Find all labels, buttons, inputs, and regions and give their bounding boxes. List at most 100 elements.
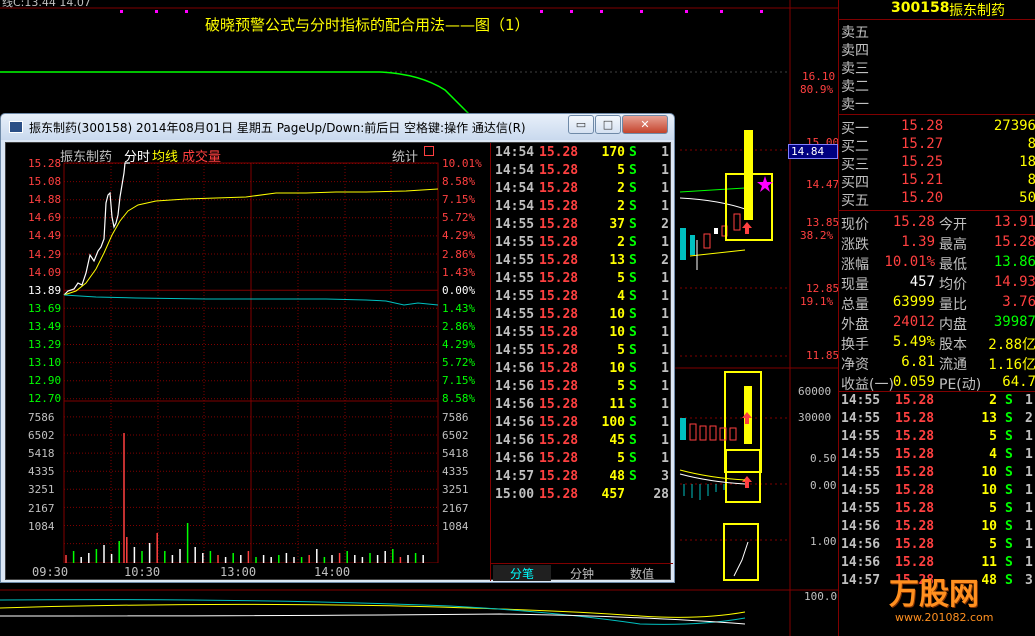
tick-row: 14:55 15.28 5 S 1 (491, 343, 673, 361)
bg-axis-label: 0.00 (810, 479, 837, 492)
tick-side: S (629, 469, 637, 484)
figure-caption-title: 破晓预警公式与分时指标的配合用法——图（1） (205, 16, 530, 34)
tick-row: 14:54 15.28 2 S 1 (491, 181, 673, 199)
tick-volume: 10 (981, 465, 997, 480)
tick-price: 15.28 (539, 271, 579, 286)
tick-side: S (629, 433, 637, 448)
tick-price: 15.28 (539, 451, 579, 466)
minimize-button[interactable]: ▭ (568, 115, 594, 134)
tick-count: 3 (661, 469, 669, 484)
tick-price: 15.28 (895, 501, 935, 516)
tick-list-panel: 14:54 15.28 170 S 1 14:54 15.28 5 S 1 14:54 15.28 2 S… (490, 143, 673, 581)
tick-count: 1 (661, 199, 669, 214)
tick-volume: 10 (609, 307, 625, 322)
tab-values[interactable]: 数值 (613, 565, 671, 581)
quote-info-label: 内盘 (939, 317, 967, 333)
tick-time: 14:55 (495, 217, 535, 232)
volume-tick-label: 6502 (442, 429, 469, 443)
tick-volume: 4 (989, 447, 997, 462)
quote-info-value: 2.88亿 (988, 337, 1035, 353)
tick-side: S (1005, 393, 1013, 408)
tick-count: 1 (661, 289, 669, 304)
quote-info-value: 13.86 (993, 254, 1035, 270)
quote-info-value: 3.76 (1002, 294, 1035, 310)
volume-tick-label: 3251 (442, 483, 469, 497)
bg-axis-label: 11.85 (806, 349, 840, 362)
bg-axis-label: 80.9% (800, 83, 834, 96)
volume-tick-label: 3251 (28, 483, 55, 497)
tick-side: S (629, 451, 637, 466)
tick-price: 15.28 (895, 483, 935, 498)
quote-tick-row: 14:55 15.28 2 S 1 (839, 393, 1035, 411)
bg-axis-label: 38.2% (800, 229, 834, 242)
tick-count: 1 (1025, 537, 1033, 552)
tick-price: 15.28 (895, 447, 935, 462)
maximize-button[interactable]: □ (595, 115, 621, 134)
quote-info-value: 0.059 (892, 374, 935, 390)
tick-volume: 37 (609, 217, 625, 232)
tick-count: 1 (661, 307, 669, 322)
time-axis: 09:30 10:30 13:00 14:00 (6, 563, 490, 581)
tick-side: S (629, 181, 637, 196)
price-tick-label: 12.90 (28, 374, 62, 388)
tick-price: 15.28 (539, 379, 579, 394)
bid-price: 15.27 (901, 136, 944, 152)
tick-volume: 5 (617, 379, 625, 394)
tick-side: S (629, 271, 637, 286)
bid-price: 15.28 (901, 118, 944, 134)
tick-volume: 100 (601, 415, 625, 430)
quote-info-label: 涨跌 (841, 237, 869, 253)
window-titlebar[interactable]: 振东制药(300158) 2014年08月01日 星期五 PageUp/Down… (1, 114, 674, 140)
bg-axis-label: 100.0 (804, 590, 838, 603)
tick-count: 2 (1025, 411, 1033, 426)
quote-info-row: 总量 63999 量比 3.76 (839, 294, 1035, 314)
tab-minute[interactable]: 分钟 (553, 565, 611, 581)
quote-info-label: 现价 (841, 217, 869, 233)
tick-time: 14:55 (841, 447, 881, 462)
tick-row: 14:55 15.28 13 S 2 (491, 253, 673, 271)
tick-row: 14:55 15.28 2 S 1 (491, 235, 673, 253)
quote-info-label: 总量 (841, 297, 869, 313)
tick-row: 14:55 15.28 4 S 1 (491, 289, 673, 307)
quote-tick-row: 14:56 15.28 5 S 1 (839, 537, 1035, 555)
bg-axis-label: 30000 (798, 411, 832, 424)
quote-info-value: 457 (909, 274, 935, 290)
ask-label: 卖三 (841, 61, 869, 77)
pct-tick-label: 8.58% (442, 392, 476, 406)
bid-volume: 27396 (993, 118, 1035, 134)
tick-volume: 2 (617, 199, 625, 214)
tick-price: 15.28 (539, 199, 579, 214)
tick-count: 1 (661, 325, 669, 340)
tab-ticks[interactable]: 分笔 (493, 565, 551, 581)
tick-row: 14:56 15.28 10 S 1 (491, 361, 673, 379)
volume-tick-label: 5418 (28, 447, 55, 461)
pct-tick-label: 8.58% (442, 175, 476, 189)
quote-info-value: 14.93 (993, 274, 1035, 290)
volume-tick-label: 4335 (442, 465, 469, 479)
time-label: 10:30 (124, 565, 161, 579)
bid-label: 买三 (841, 157, 869, 173)
close-button[interactable]: ✕ (622, 115, 668, 134)
quote-info-row: 换手 5.49% 股本 2.88亿 (839, 334, 1035, 354)
bg-axis-label: 60000 (798, 385, 832, 398)
tick-side: S (629, 361, 637, 376)
tick-count: 1 (661, 433, 669, 448)
tick-side: S (629, 307, 637, 322)
tick-side: S (629, 163, 637, 178)
tick-time: 14:56 (495, 361, 535, 376)
divider (839, 391, 1035, 392)
volume-tick-label: 1084 (28, 519, 55, 533)
tick-time: 14:54 (495, 163, 535, 178)
volume-tick-label: 2167 (442, 501, 469, 515)
ask-row: 卖二 (839, 76, 1035, 95)
volume-tick-label: 7586 (28, 411, 55, 424)
quote-info-value: 64.7 (1002, 374, 1035, 390)
ask-label: 卖一 (841, 97, 869, 113)
quote-tick-row: 14:55 15.28 5 S 1 (839, 429, 1035, 447)
tick-volume: 10 (609, 361, 625, 376)
volume-tick-label: 1084 (442, 519, 469, 533)
volume-tick-label: 7586 (442, 411, 469, 424)
pct-tick-label: 4.29% (442, 229, 476, 243)
tick-time: 14:55 (495, 235, 535, 250)
tick-time: 14:55 (841, 429, 881, 444)
